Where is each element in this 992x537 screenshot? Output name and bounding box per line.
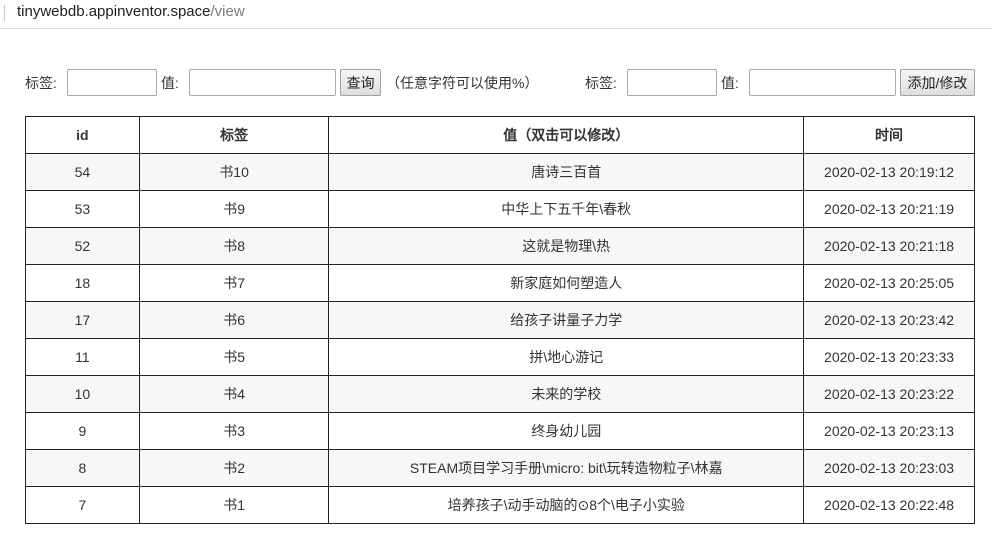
table-row[interactable]: 53 书9 中华上下五千年\春秋 2020-02-13 20:21:19	[25, 190, 975, 228]
cell-value[interactable]: 未来的学校	[328, 375, 805, 413]
cell-id: 9	[25, 412, 140, 450]
cell-value[interactable]: 这就是物理\热	[328, 227, 805, 265]
data-table: id 标签 值（双击可以修改） 时间 54 书10 唐诗三百首 2020-02-…	[25, 116, 975, 524]
cell-time: 2020-02-13 20:23:33	[803, 338, 975, 376]
cell-tag: 书5	[138, 338, 330, 376]
address-bar[interactable]: tinywebdb.appinventor.space/view	[0, 0, 992, 29]
table-row[interactable]: 8 书2 STEAM项目学习手册\micro: bit\玩转造物粒子\林嘉 20…	[25, 449, 975, 487]
cell-id: 10	[25, 375, 140, 413]
cell-id: 7	[25, 486, 140, 524]
cell-tag: 书3	[138, 412, 330, 450]
cell-id: 17	[25, 301, 140, 339]
cell-time: 2020-02-13 20:21:19	[803, 190, 975, 228]
table-row[interactable]: 54 书10 唐诗三百首 2020-02-13 20:19:12	[25, 153, 975, 191]
cell-id: 54	[25, 153, 140, 191]
cell-value[interactable]: 新家庭如何塑造人	[328, 264, 805, 302]
wildcard-hint: （任意字符可以使用%）	[386, 75, 539, 91]
table-row[interactable]: 9 书3 终身幼儿园 2020-02-13 20:23:13	[25, 412, 975, 450]
cell-id: 52	[25, 227, 140, 265]
cell-value[interactable]: 给孩子讲量子力学	[328, 301, 805, 339]
cell-value[interactable]: STEAM项目学习手册\micro: bit\玩转造物粒子\林嘉	[328, 449, 805, 487]
add-modify-button[interactable]: 添加/修改	[900, 69, 975, 96]
address-bar-divider	[4, 5, 5, 21]
cell-time: 2020-02-13 20:23:13	[803, 412, 975, 450]
cell-id: 8	[25, 449, 140, 487]
cell-value[interactable]: 拼\地心游记	[328, 338, 805, 376]
table-row[interactable]: 7 书1 培养孩子\动手动脑的⊙8个\电子小实验 2020-02-13 20:2…	[25, 486, 975, 524]
table-row[interactable]: 52 书8 这就是物理\热 2020-02-13 20:21:18	[25, 227, 975, 265]
cell-tag: 书9	[138, 190, 330, 228]
cell-tag: 书1	[138, 486, 330, 524]
search-tag-label: 标签:	[25, 75, 57, 91]
cell-id: 18	[25, 264, 140, 302]
cell-tag: 书8	[138, 227, 330, 265]
header-id: id	[25, 116, 140, 154]
cell-tag: 书2	[138, 449, 330, 487]
url-path: /view	[210, 3, 245, 20]
table-row[interactable]: 11 书5 拼\地心游记 2020-02-13 20:23:33	[25, 338, 975, 376]
search-value-label: 值:	[161, 75, 179, 91]
cell-time: 2020-02-13 20:19:12	[803, 153, 975, 191]
header-time: 时间	[803, 116, 975, 154]
cell-tag: 书4	[138, 375, 330, 413]
edit-tag-label: 标签:	[585, 75, 617, 91]
cell-tag: 书7	[138, 264, 330, 302]
cell-time: 2020-02-13 20:22:48	[803, 486, 975, 524]
cell-id: 53	[25, 190, 140, 228]
header-value: 值（双击可以修改）	[328, 116, 805, 154]
table-header-row: id 标签 值（双击可以修改） 时间	[25, 116, 975, 154]
cell-tag: 书10	[138, 153, 330, 191]
header-tag: 标签	[138, 116, 330, 154]
cell-time: 2020-02-13 20:23:22	[803, 375, 975, 413]
edit-value-label: 值:	[721, 75, 739, 91]
url-host: tinywebdb.appinventor.space	[17, 3, 211, 20]
url-text[interactable]: tinywebdb.appinventor.space/view	[17, 3, 245, 21]
cell-time: 2020-02-13 20:21:18	[803, 227, 975, 265]
cell-time: 2020-02-13 20:23:03	[803, 449, 975, 487]
table-row[interactable]: 18 书7 新家庭如何塑造人 2020-02-13 20:25:05	[25, 264, 975, 302]
cell-value[interactable]: 唐诗三百首	[328, 153, 805, 191]
cell-time: 2020-02-13 20:23:42	[803, 301, 975, 339]
cell-value[interactable]: 培养孩子\动手动脑的⊙8个\电子小实验	[328, 486, 805, 524]
cell-time: 2020-02-13 20:25:05	[803, 264, 975, 302]
table-row[interactable]: 17 书6 给孩子讲量子力学 2020-02-13 20:23:42	[25, 301, 975, 339]
form-row: 标签: 值: 查询 （任意字符可以使用%） 标签: 值: 添加/修改	[0, 69, 992, 97]
cell-tag: 书6	[138, 301, 330, 339]
edit-value-input[interactable]	[749, 69, 896, 96]
table-row[interactable]: 10 书4 未来的学校 2020-02-13 20:23:22	[25, 375, 975, 413]
search-tag-input[interactable]	[67, 69, 157, 96]
cell-value[interactable]: 中华上下五千年\春秋	[328, 190, 805, 228]
cell-id: 11	[25, 338, 140, 376]
edit-tag-input[interactable]	[627, 69, 717, 96]
cell-value[interactable]: 终身幼儿园	[328, 412, 805, 450]
query-button[interactable]: 查询	[340, 69, 381, 96]
search-value-input[interactable]	[189, 69, 336, 96]
